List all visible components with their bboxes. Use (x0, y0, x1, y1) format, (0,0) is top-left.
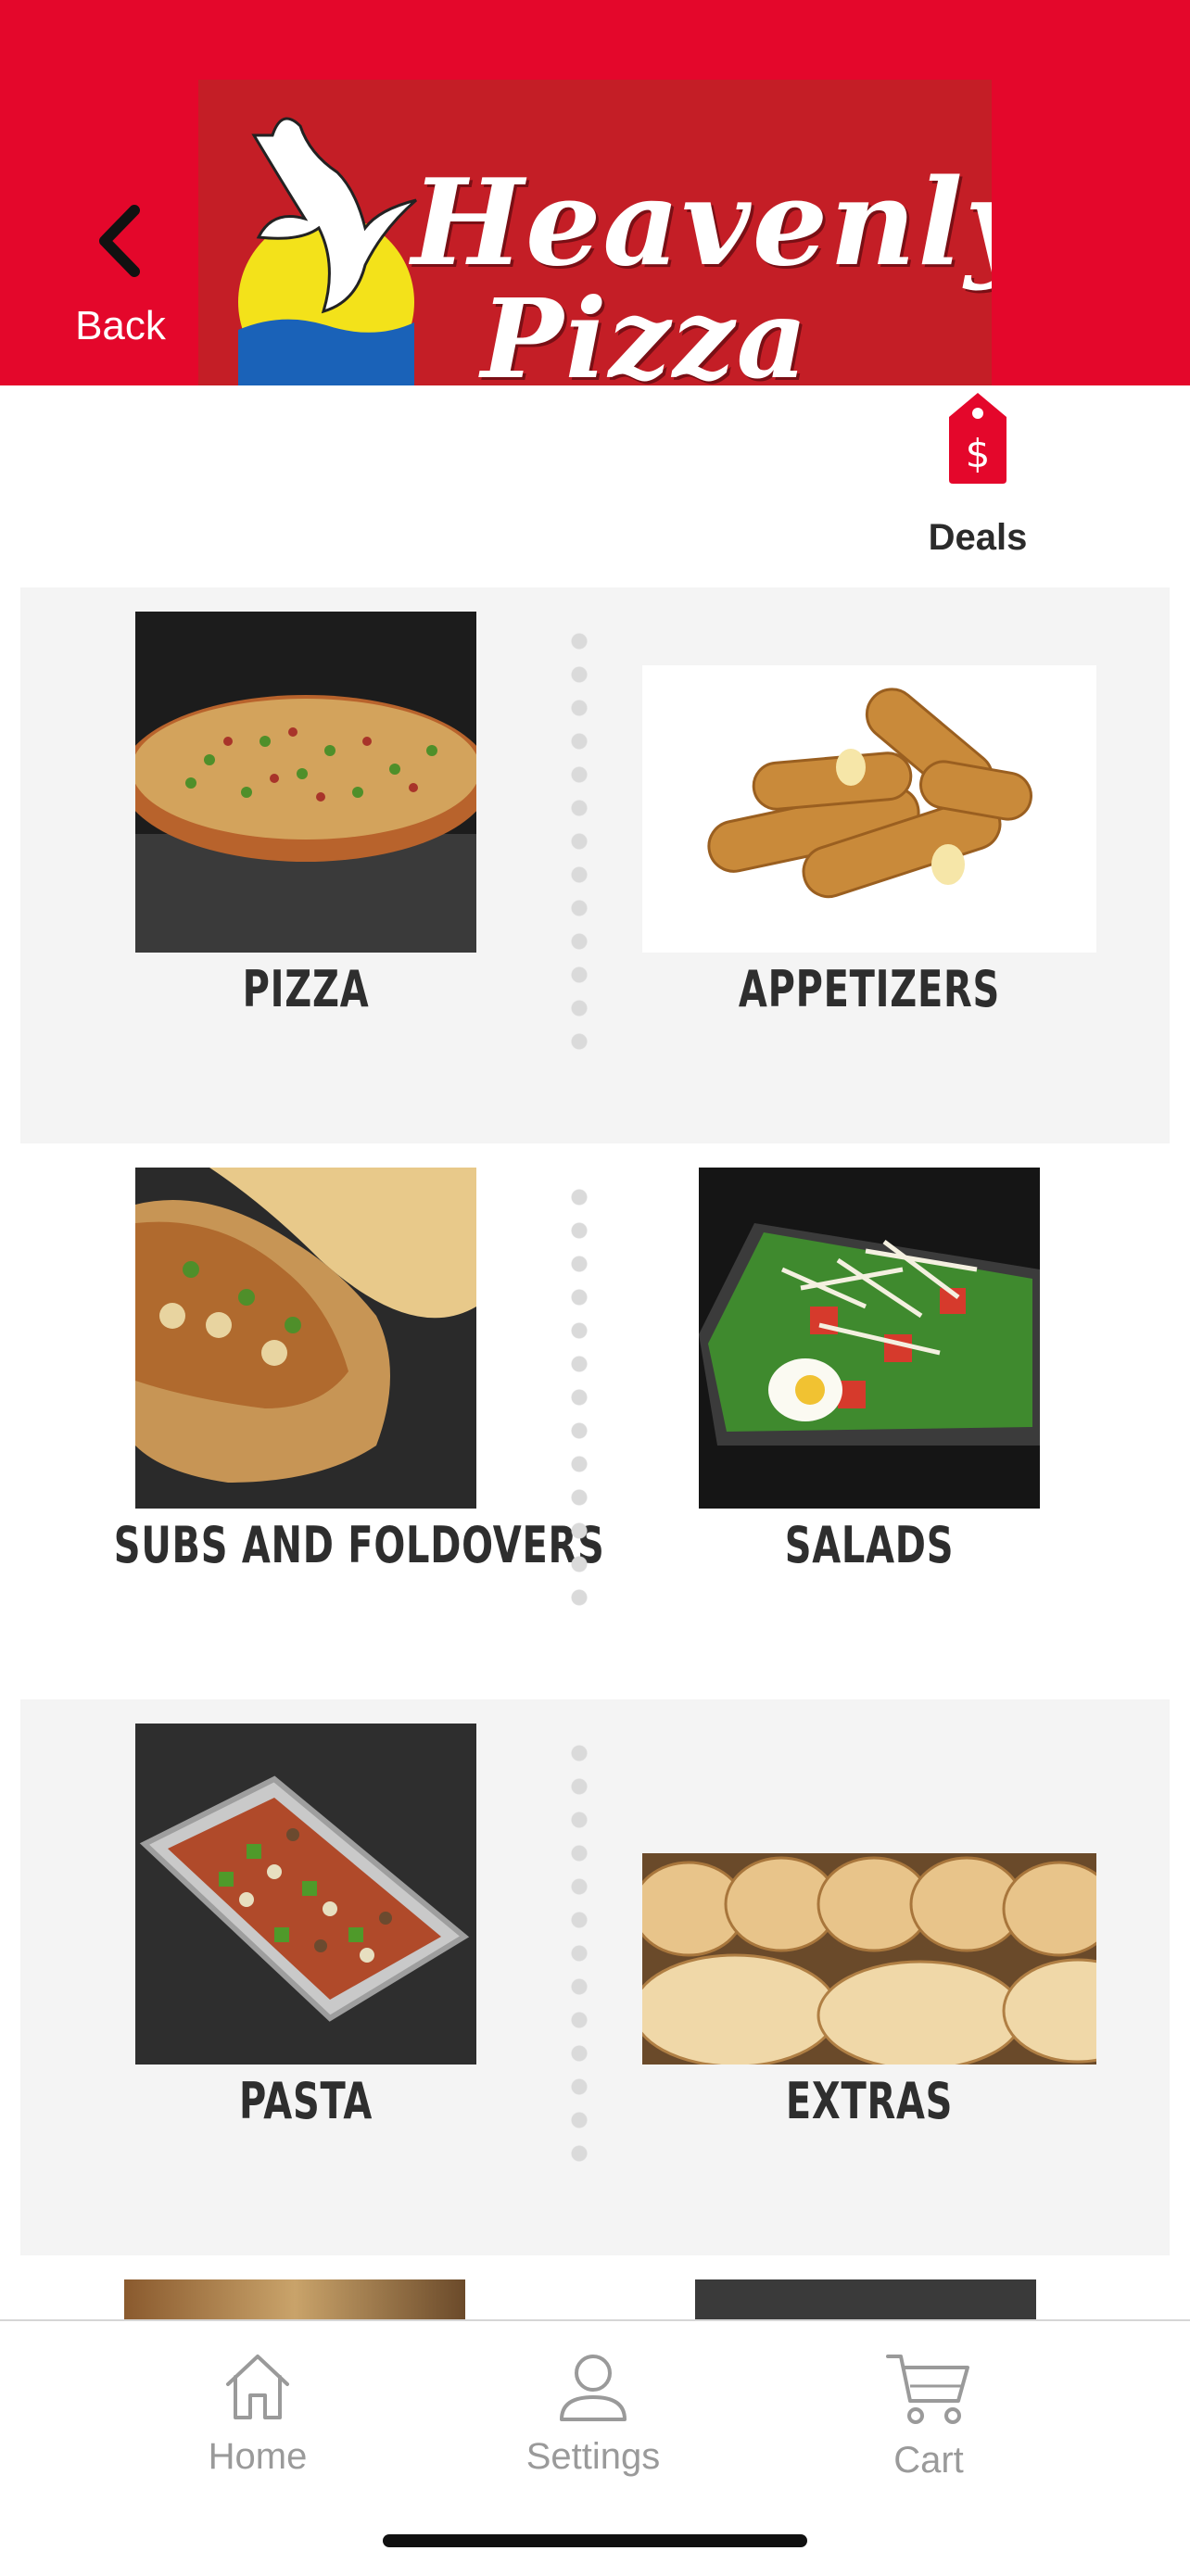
restaurant-logo: Heavenly Pizza (198, 80, 992, 385)
category-label: EXTRAS (785, 2072, 954, 2130)
logo-line-2: Pizza (481, 274, 810, 385)
category-label: SUBS AND FOLDOVERS (113, 1516, 605, 1574)
bread-rolls-photo (642, 1853, 1096, 2065)
category-card-salads[interactable]: SALADS (610, 1168, 1129, 1603)
category-label: PASTA (238, 2072, 373, 2130)
category-label: PIZZA (242, 960, 370, 1018)
pasta-tray-photo (135, 1724, 476, 2065)
app-header: Back Heavenly Pizza (0, 0, 1190, 385)
category-row: PIZZA APPETIZERS (20, 587, 1170, 1143)
tab-label: Settings (525, 2436, 661, 2477)
svg-text:$: $ (966, 431, 991, 476)
category-card-extras[interactable]: EXTRAS (610, 1724, 1129, 2159)
dotted-divider (571, 1181, 588, 1607)
salad-photo (699, 1168, 1040, 1509)
tab-settings[interactable]: Settings (491, 2349, 695, 2497)
dotted-divider (571, 1736, 588, 2163)
logo-line-1: Heavenly (411, 154, 992, 293)
category-card-subs-and-foldovers[interactable]: SUBS AND FOLDOVERS (46, 1168, 605, 1603)
tab-label: Home (208, 2436, 308, 2477)
chevron-left-icon (99, 205, 140, 277)
deals-label: Deals (928, 517, 1028, 558)
back-button[interactable]: Back (56, 199, 185, 361)
category-row: PASTA EXTRAS (20, 1699, 1170, 2255)
category-label: SALADS (784, 1516, 955, 1574)
dove-sun-logo (238, 117, 417, 385)
category-grid: PIZZA APPETIZERS SUBS AND FOLDOVERS SALA… (20, 587, 1170, 2339)
category-row: SUBS AND FOLDOVERS SALADS (20, 1143, 1170, 1699)
home-icon (226, 2355, 289, 2419)
price-tag-dollar-icon: $ (949, 393, 1006, 484)
pizza-photo (135, 612, 476, 953)
category-label: APPETIZERS (738, 960, 1001, 1018)
person-icon (560, 2355, 627, 2421)
deals-button[interactable]: $ Deals (908, 389, 1047, 565)
sub-sandwich-photo (135, 1168, 476, 1509)
back-label: Back (75, 303, 166, 348)
tab-home[interactable]: Home (156, 2349, 360, 2497)
category-card-pizza[interactable]: PIZZA (46, 612, 565, 1047)
category-card-pasta[interactable]: PASTA (46, 1724, 565, 2159)
dotted-divider (571, 625, 588, 1051)
cart-icon (886, 2355, 969, 2424)
home-indicator[interactable] (383, 2534, 807, 2547)
tab-label: Cart (893, 2440, 964, 2481)
tab-cart[interactable]: Cart (827, 2349, 1031, 2497)
mozzarella-sticks-photo (642, 665, 1096, 953)
category-card-appetizers[interactable]: APPETIZERS (610, 612, 1129, 1047)
